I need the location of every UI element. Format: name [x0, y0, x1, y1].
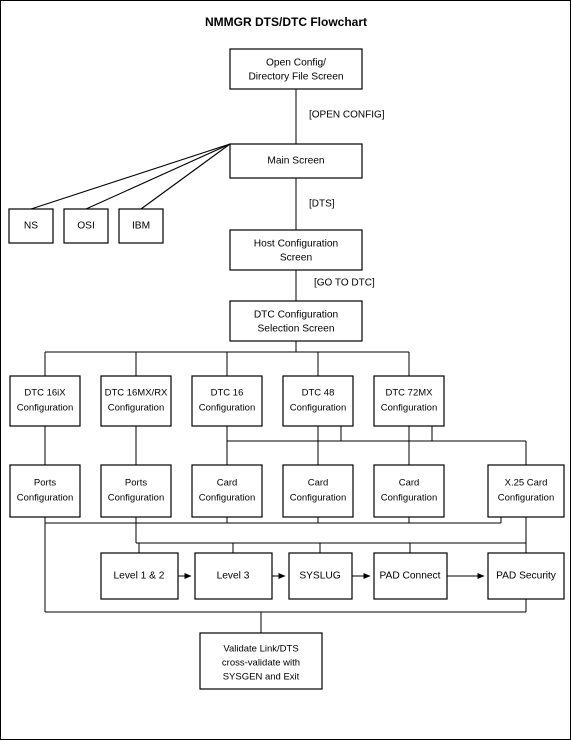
edge-label-dts: [DTS] [309, 199, 335, 210]
node-dtc-16ix-line-1: DTC 16iX [24, 388, 66, 399]
node-validate[interactable]: Validate Link/DTS cross-validate with SY… [199, 632, 323, 690]
node-validate-line-1: Validate Link/DTS [223, 644, 298, 655]
node-open-config-line-2: Directory File Screen [248, 72, 343, 83]
node-dtc-16mxrx-line-1: DTC 16MX/RX [105, 388, 168, 399]
node-card-config-3[interactable]: Card Configuration [373, 464, 445, 518]
node-ports-config-2-box[interactable] [100, 464, 172, 518]
node-dtc-config-selection-line-2: Selection Screen [257, 324, 334, 335]
node-dtc-16ix[interactable]: DTC 16iX Configuration [9, 375, 81, 427]
node-level-1-2-label: Level 1 & 2 [114, 571, 165, 582]
node-main-screen-label: Main Screen [267, 156, 324, 167]
node-dtc-72mx-line-1: DTC 72MX [386, 388, 434, 399]
connector-main-to-ibm [140, 143, 231, 210]
node-host-configuration-box[interactable] [229, 229, 363, 271]
node-ns-label: NS [24, 221, 38, 232]
node-pad-connect-label: PAD Connect [380, 571, 441, 582]
node-card-config-2-line-1: Card [308, 478, 329, 489]
node-open-config-line-1: Open Config/ [266, 58, 326, 69]
node-dtc-config-selection-box[interactable] [229, 300, 363, 342]
node-dtc-16[interactable]: DTC 16 Configuration [191, 375, 263, 427]
node-ports-config-1-line-2: Configuration [17, 493, 74, 504]
node-osi[interactable]: OSI [63, 208, 109, 244]
node-x25-card-config[interactable]: X.25 Card Configuration [487, 464, 565, 518]
node-dtc-16ix-line-2: Configuration [17, 403, 74, 414]
node-dtc-16-box[interactable] [191, 375, 263, 427]
node-card-config-1[interactable]: Card Configuration [191, 464, 263, 518]
node-x25-card-config-line-1: X.25 Card [505, 478, 548, 489]
node-dtc-48[interactable]: DTC 48 Configuration [282, 375, 354, 427]
node-host-configuration-line-2: Screen [280, 253, 312, 264]
node-dtc-72mx-box[interactable] [373, 375, 445, 427]
node-card-config-1-line-2: Configuration [199, 493, 256, 504]
node-ibm-label: IBM [132, 221, 150, 232]
node-main-screen[interactable]: Main Screen [229, 143, 363, 179]
node-pad-security[interactable]: PAD Security [487, 552, 565, 600]
node-open-config[interactable]: Open Config/ Directory File Screen [229, 48, 363, 90]
node-dtc-72mx-line-2: Configuration [381, 403, 438, 414]
node-ports-config-2-line-1: Ports [125, 478, 147, 489]
node-card-config-2-line-2: Configuration [290, 493, 347, 504]
node-dtc-16-line-1: DTC 16 [211, 388, 244, 399]
node-syslug[interactable]: SYSLUG [288, 552, 353, 600]
connector-main-to-ns [30, 143, 231, 210]
node-dtc-config-selection-line-1: DTC Configuration [254, 310, 338, 321]
node-validate-line-3: SYSGEN and Exit [223, 672, 300, 683]
node-dtc-48-line-2: Configuration [290, 403, 347, 414]
node-host-configuration-line-1: Host Configuration [254, 239, 338, 250]
node-card-config-1-box[interactable] [191, 464, 263, 518]
node-level-3[interactable]: Level 3 [194, 552, 273, 600]
node-ports-config-1-box[interactable] [9, 464, 81, 518]
node-dtc-16-line-2: Configuration [199, 403, 256, 414]
node-dtc-48-line-1: DTC 48 [302, 388, 335, 399]
node-card-config-1-line-1: Card [217, 478, 238, 489]
node-card-config-3-line-1: Card [399, 478, 420, 489]
page-title: NMMGR DTS/DTC Flowchart [205, 15, 367, 29]
node-pad-security-label: PAD Security [496, 571, 557, 582]
node-ns[interactable]: NS [8, 208, 54, 244]
node-syslug-label: SYSLUG [299, 571, 340, 582]
node-validate-line-2: cross-validate with [222, 658, 300, 669]
node-dtc-16mxrx[interactable]: DTC 16MX/RX Configuration [100, 375, 172, 427]
edge-label-open-config: [OPEN CONFIG] [309, 110, 385, 121]
node-dtc-config-selection[interactable]: DTC Configuration Selection Screen [229, 300, 363, 342]
flowchart-canvas: NMMGR DTS/DTC Flowchart [OPEN CONFIG] [D… [8, 15, 565, 690]
node-x25-card-config-box[interactable] [487, 464, 565, 518]
node-host-configuration[interactable]: Host Configuration Screen [229, 229, 363, 271]
node-ports-config-2-line-2: Configuration [108, 493, 165, 504]
connector-main-to-osi [85, 143, 231, 210]
edge-label-goto-dtc: [GO TO DTC] [314, 278, 375, 289]
node-card-config-2-box[interactable] [282, 464, 354, 518]
node-dtc-48-box[interactable] [282, 375, 354, 427]
node-open-config-box[interactable] [229, 48, 363, 90]
node-x25-card-config-line-2: Configuration [498, 493, 555, 504]
node-ports-config-1[interactable]: Ports Configuration [9, 464, 81, 518]
node-dtc-16mxrx-line-2: Configuration [108, 403, 165, 414]
flowchart-frame: NMMGR DTS/DTC Flowchart [OPEN CONFIG] [D… [0, 0, 571, 740]
node-card-config-3-box[interactable] [373, 464, 445, 518]
node-ports-config-2[interactable]: Ports Configuration [100, 464, 172, 518]
node-ibm[interactable]: IBM [118, 208, 164, 244]
node-dtc-16ix-box[interactable] [9, 375, 81, 427]
node-dtc-72mx[interactable]: DTC 72MX Configuration [373, 375, 445, 427]
node-ports-config-1-line-1: Ports [34, 478, 56, 489]
node-level-3-label: Level 3 [217, 571, 250, 582]
node-level-1-2[interactable]: Level 1 & 2 [100, 552, 179, 600]
node-card-config-3-line-2: Configuration [381, 493, 438, 504]
node-osi-label: OSI [77, 221, 95, 232]
node-dtc-16mxrx-box[interactable] [100, 375, 172, 427]
node-pad-connect[interactable]: PAD Connect [373, 552, 448, 600]
node-card-config-2[interactable]: Card Configuration [282, 464, 354, 518]
